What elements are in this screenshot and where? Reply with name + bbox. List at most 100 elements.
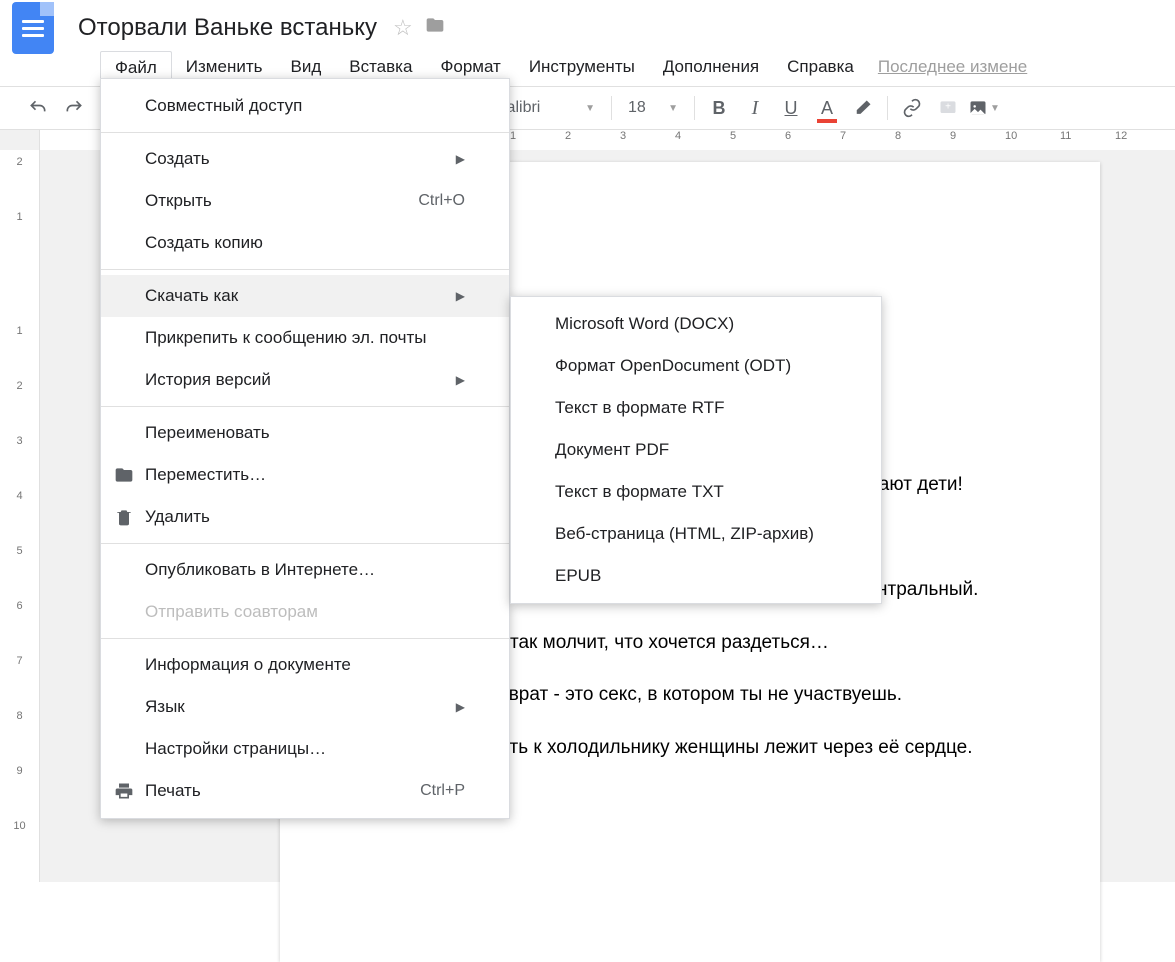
ruler-tick: 12 [1115,130,1127,142]
menu-rename[interactable]: Переименовать [101,412,509,454]
ruler-tick: 10 [0,820,39,832]
download-odt[interactable]: Формат OpenDocument (ODT) [511,345,881,387]
menu-version-history[interactable]: История версий ▶ [101,359,509,401]
menu-download-as[interactable]: Скачать как ▶ [101,275,509,317]
ruler-tick: 6 [0,600,39,612]
download-docx[interactable]: Microsoft Word (DOCX) [511,303,881,345]
menu-shortcut: Ctrl+P [420,782,465,800]
menu-shortcut: Ctrl+O [418,192,465,210]
ruler-tick: 10 [1005,130,1017,142]
vertical-ruler[interactable]: 2 1 1 2 3 4 5 6 7 8 9 10 [0,150,40,882]
ruler-tick: 8 [895,130,901,142]
insert-comment-button[interactable]: + [930,90,966,126]
ruler-tick: 2 [0,380,39,392]
menu-print[interactable]: Печать Ctrl+P [101,770,509,812]
ruler-tick: 9 [950,130,956,142]
text-color-button[interactable]: A [809,90,845,126]
menu-open[interactable]: Открыть Ctrl+O [101,180,509,222]
menu-make-copy[interactable]: Создать копию [101,222,509,264]
ruler-corner [0,130,40,150]
menu-label: Формат OpenDocument (ODT) [555,356,791,376]
chevron-right-icon: ▶ [456,700,465,714]
menu-share[interactable]: Совместный доступ [101,85,509,127]
menu-label: Microsoft Word (DOCX) [555,314,734,334]
ruler-tick: 8 [0,710,39,722]
menu-new[interactable]: Создать ▶ [101,138,509,180]
menu-page-setup[interactable]: Настройки страницы… [101,728,509,770]
ruler-tick: 2 [565,130,571,142]
chevron-down-icon: ▼ [668,103,678,114]
download-epub[interactable]: EPUB [511,555,881,597]
ruler-tick: 9 [0,765,39,777]
menu-move[interactable]: Переместить… [101,454,509,496]
bold-button[interactable]: B [701,90,737,126]
folder-icon [113,464,135,486]
insert-image-button[interactable]: ▼ [966,90,1002,126]
menu-label: Создать [145,149,210,169]
menu-label: Веб-страница (HTML, ZIP-архив) [555,524,814,544]
docs-logo-icon[interactable] [12,2,54,54]
ruler-tick: 4 [675,130,681,142]
menu-language[interactable]: Язык ▶ [101,686,509,728]
font-size-select[interactable]: 18 ▼ [618,90,688,126]
underline-button[interactable]: U [773,90,809,126]
menu-divider [101,543,509,544]
ruler-tick: 7 [0,655,39,667]
ruler-tick: 7 [840,130,846,142]
ruler-tick: 6 [785,130,791,142]
highlight-button[interactable] [845,90,881,126]
chevron-right-icon: ▶ [456,373,465,387]
menu-doc-info[interactable]: Информация о документе [101,644,509,686]
print-icon [113,780,135,802]
last-edit-link[interactable]: Последнее измене [878,57,1027,77]
toolbar-separator [611,96,612,120]
font-size-label: 18 [628,99,646,117]
chevron-down-icon: ▼ [585,103,595,114]
download-rtf[interactable]: Текст в формате RTF [511,387,881,429]
file-menu-dropdown: Совместный доступ Создать ▶ Открыть Ctrl… [100,78,510,819]
header: Оторвали Ваньке встаньку ☆ [0,0,1175,48]
italic-button[interactable]: I [737,90,773,126]
chevron-right-icon: ▶ [456,152,465,166]
star-icon[interactable]: ☆ [393,15,413,41]
menu-label: Текст в формате TXT [555,482,724,502]
undo-button[interactable] [20,90,56,126]
menu-email-attachment[interactable]: Прикрепить к сообщению эл. почты [101,317,509,359]
trash-icon [113,506,135,528]
menu-label: EPUB [555,566,601,586]
menu-addons[interactable]: Дополнения [649,51,773,83]
download-txt[interactable]: Текст в формате TXT [511,471,881,513]
menu-label: Скачать как [145,286,238,306]
menu-tools[interactable]: Инструменты [515,51,649,83]
insert-link-button[interactable] [894,90,930,126]
menu-publish[interactable]: Опубликовать в Интернете… [101,549,509,591]
ruler-tick: 5 [0,545,39,557]
toolbar-separator [694,96,695,120]
menu-divider [101,132,509,133]
ruler-tick: 3 [620,130,626,142]
ruler-tick: 1 [0,325,39,337]
menu-label: Удалить [145,507,210,527]
folder-icon[interactable] [425,15,445,41]
document-title[interactable]: Оторвали Ваньке встаньку [78,14,377,42]
download-as-submenu: Microsoft Word (DOCX) Формат OpenDocumen… [510,296,882,604]
ruler-tick: 1 [0,211,39,223]
ruler-tick: 2 [0,156,39,168]
ruler-tick: 1 [510,130,516,142]
ruler-tick: 11 [1060,130,1071,142]
ruler-tick: 3 [0,435,39,447]
ruler-tick: 5 [730,130,736,142]
menu-divider [101,269,509,270]
redo-button[interactable] [56,90,92,126]
download-pdf[interactable]: Документ PDF [511,429,881,471]
menu-label: Открыть [145,191,212,211]
menu-label: Отправить соавторам [145,602,318,622]
menu-label: Документ PDF [555,440,669,460]
download-html[interactable]: Веб-страница (HTML, ZIP-архив) [511,513,881,555]
menu-label: Информация о документе [145,655,351,675]
menu-delete[interactable]: Удалить [101,496,509,538]
menu-label: Текст в формате RTF [555,398,724,418]
chevron-right-icon: ▶ [456,289,465,303]
menu-help[interactable]: Справка [773,51,868,83]
menu-label: Переместить… [145,465,266,485]
